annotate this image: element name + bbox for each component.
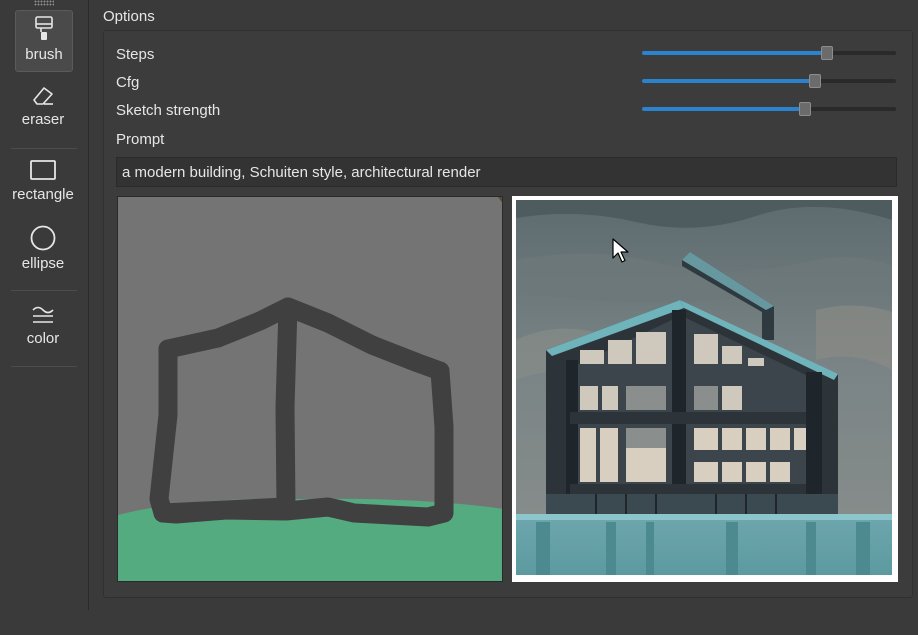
tool-label: rectangle: [12, 186, 74, 203]
steps-label: Steps: [116, 46, 155, 63]
slider-thumb[interactable]: [821, 46, 834, 60]
eraser-icon: [33, 87, 53, 105]
slider-fill: [642, 107, 805, 111]
paint-roller-icon: [35, 16, 53, 40]
cfg-slider[interactable]: [642, 74, 896, 88]
color-lines-icon: [32, 306, 54, 323]
tool-rectangle-button[interactable]: rectangle: [12, 157, 74, 213]
slider-thumb[interactable]: [798, 102, 811, 116]
sidebar-divider: [88, 0, 89, 610]
sketch-strength-label: Sketch strength: [116, 102, 221, 119]
tool-label: color: [26, 330, 60, 347]
slider-fill: [642, 51, 828, 55]
slider-thumb[interactable]: [808, 74, 821, 88]
tool-label: ellipse: [21, 255, 65, 272]
tool-brush-button[interactable]: brush: [15, 10, 73, 72]
tool-sidebar: brush eraser rectangle ellipse color: [0, 0, 88, 635]
toolbar-separator: [11, 366, 77, 367]
steps-slider[interactable]: [642, 46, 896, 60]
sketch-canvas[interactable]: [117, 196, 503, 582]
slider-fill: [642, 79, 815, 83]
tool-color-button[interactable]: color: [15, 301, 71, 357]
sketch-drawing: [118, 197, 502, 581]
toolbar-separator: [11, 148, 77, 149]
tool-label: brush: [25, 46, 63, 63]
tool-ellipse-button[interactable]: ellipse: [15, 224, 71, 280]
prompt-label: Prompt: [116, 131, 165, 148]
rectangle-icon: [30, 160, 56, 180]
ellipse-icon: [30, 225, 56, 251]
generated-image: [512, 196, 898, 582]
toolbar-separator: [11, 290, 77, 291]
tool-eraser-button[interactable]: eraser: [15, 82, 71, 138]
toolbar-grip-handle[interactable]: [34, 0, 54, 6]
mouse-cursor-icon: [612, 238, 629, 263]
generated-building-render: [516, 200, 892, 575]
prompt-input[interactable]: [116, 157, 897, 187]
cfg-label: Cfg: [116, 74, 140, 91]
tool-label: eraser: [21, 111, 65, 128]
sketch-strength-slider[interactable]: [642, 102, 896, 116]
options-group-title: Options: [103, 8, 155, 25]
bottom-bar: [0, 610, 918, 635]
